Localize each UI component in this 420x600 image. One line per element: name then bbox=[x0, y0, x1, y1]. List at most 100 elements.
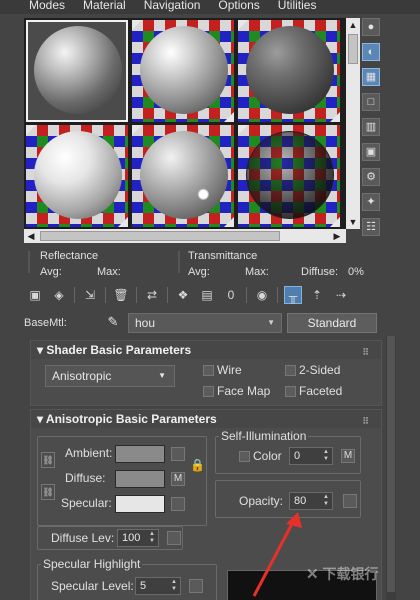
chevron-down-icon[interactable]: ▼ bbox=[158, 366, 166, 386]
slot-corner-marker bbox=[118, 217, 128, 227]
spinner-arrows-icon[interactable]: ▲ ▼ bbox=[323, 494, 329, 508]
sample-slot-4[interactable] bbox=[26, 125, 128, 227]
sample-slot-1[interactable] bbox=[26, 20, 128, 122]
diffuse-map-button[interactable]: M bbox=[171, 472, 185, 486]
get-material-icon[interactable]: ▣ bbox=[26, 286, 44, 304]
sample-slot-2[interactable] bbox=[132, 20, 234, 122]
menu-utilities[interactable]: Utilities bbox=[269, 0, 326, 14]
go-forward-to-sibling-icon[interactable]: ⇢ bbox=[332, 286, 350, 304]
sample-slot-tools: ● ◐ ▦ □ ▥ ▣ ⚙ ✦ ☷ bbox=[362, 18, 382, 243]
scroll-right-arrow-icon[interactable]: ▶ bbox=[330, 229, 344, 243]
shader-basic-parameters-rollout: ▾ Shader Basic Parameters ⠿ Anisotropic … bbox=[30, 340, 382, 406]
menu-modes[interactable]: Modes bbox=[20, 0, 74, 14]
specular-level-map-button[interactable] bbox=[189, 579, 203, 593]
material-sphere bbox=[246, 131, 334, 219]
rollout-header[interactable]: ▾ Shader Basic Parameters ⠿ bbox=[31, 341, 381, 359]
options-icon[interactable]: ⚙ bbox=[362, 168, 380, 186]
spinner-arrows-icon[interactable]: ▲ ▼ bbox=[323, 449, 329, 463]
specular-highlight-title: Specular Highlight bbox=[41, 557, 143, 571]
material-sphere bbox=[140, 131, 228, 219]
lock-icon[interactable]: 🔒 bbox=[190, 458, 205, 472]
self-illum-value: 0 bbox=[294, 450, 301, 462]
scroll-up-arrow-icon[interactable]: ▲ bbox=[346, 18, 360, 32]
transmittance-diffuse-value: 0% bbox=[348, 266, 364, 278]
rollout-header[interactable]: ▾ Anisotropic Basic Parameters ⠿ bbox=[31, 410, 381, 428]
scroll-down-arrow-icon[interactable]: ▼ bbox=[346, 215, 360, 229]
face-map-label: Face Map bbox=[217, 384, 271, 398]
collapse-arrow-icon: ▾ bbox=[37, 343, 44, 357]
material-sphere bbox=[34, 131, 122, 219]
divider bbox=[178, 251, 180, 273]
sample-slot-5[interactable] bbox=[132, 125, 234, 227]
scroll-thumb[interactable] bbox=[40, 231, 280, 241]
diffuse-level-map-button[interactable] bbox=[167, 531, 181, 545]
slots-horizontal-scrollbar[interactable]: ◀ ▶ bbox=[24, 229, 346, 243]
show-end-result-icon[interactable]: ╥ bbox=[284, 286, 302, 304]
spinner-arrows-icon[interactable]: ▲ ▼ bbox=[149, 531, 155, 545]
background-checker-icon[interactable]: ▦ bbox=[362, 68, 380, 86]
ambient-map-button[interactable] bbox=[171, 447, 185, 461]
lock-link-icon[interactable]: ⛓ bbox=[41, 484, 55, 500]
toolbar-divider bbox=[246, 287, 247, 303]
slot-corner-marker bbox=[224, 112, 234, 122]
slot-corner-marker bbox=[238, 20, 248, 30]
menu-options[interactable]: Options bbox=[209, 0, 268, 14]
slot-corner-marker bbox=[132, 20, 142, 30]
face-map-checkbox[interactable] bbox=[203, 386, 214, 397]
backlight-icon[interactable]: ◐ bbox=[362, 43, 380, 61]
two-sided-label: 2-Sided bbox=[299, 363, 341, 377]
reset-map-trash-icon[interactable]: 🗑 bbox=[112, 286, 130, 304]
sample-slots-panel bbox=[24, 18, 346, 229]
scroll-thumb[interactable] bbox=[348, 34, 358, 64]
toolbar-divider bbox=[277, 287, 278, 303]
show-shaded-map-icon[interactable]: ◉ bbox=[253, 286, 271, 304]
self-illum-spinner[interactable]: 0 ▲ ▼ bbox=[289, 447, 333, 465]
specular-color-swatch[interactable] bbox=[115, 495, 165, 513]
specular-map-button[interactable] bbox=[171, 497, 185, 511]
sample-slot-3[interactable] bbox=[238, 20, 340, 122]
menu-navigation[interactable]: Navigation bbox=[135, 0, 210, 14]
sample-slot-6[interactable] bbox=[238, 125, 340, 227]
go-to-parent-icon[interactable]: ⇡ bbox=[308, 286, 326, 304]
two-sided-checkbox[interactable] bbox=[285, 365, 296, 376]
video-color-check-icon[interactable]: ▥ bbox=[362, 118, 380, 136]
put-material-to-scene-icon[interactable]: ◈ bbox=[50, 286, 68, 304]
sample-type-sphere-icon[interactable]: ● bbox=[362, 18, 380, 36]
put-to-library-icon[interactable]: ❖ bbox=[174, 286, 192, 304]
material-id-channel-icon[interactable]: ▤ bbox=[198, 286, 216, 304]
lock-link-icon[interactable]: ⛓ bbox=[41, 452, 55, 468]
self-illum-map-button[interactable]: M bbox=[341, 449, 355, 463]
opacity-map-button[interactable] bbox=[343, 494, 357, 508]
zero-channel-icon[interactable]: 0 bbox=[222, 286, 240, 304]
scroll-left-arrow-icon[interactable]: ◀ bbox=[24, 229, 38, 243]
material-sphere bbox=[246, 26, 334, 114]
faceted-checkbox[interactable] bbox=[285, 386, 296, 397]
material-map-navigator-icon[interactable]: ☷ bbox=[362, 218, 380, 236]
slot-corner-marker bbox=[330, 217, 340, 227]
sample-uv-tiling-icon[interactable]: □ bbox=[362, 93, 380, 111]
specular-label: Specular: bbox=[61, 496, 112, 510]
select-by-material-icon[interactable]: ✦ bbox=[362, 193, 380, 211]
wire-checkbox[interactable] bbox=[203, 365, 214, 376]
chevron-down-icon[interactable]: ▼ bbox=[267, 314, 275, 332]
spinner-arrows-icon[interactable]: ▲ ▼ bbox=[171, 579, 177, 593]
material-type-button[interactable]: Standard bbox=[287, 313, 377, 333]
assign-material-icon[interactable]: ⇲ bbox=[81, 286, 99, 304]
slot-corner-marker bbox=[132, 125, 142, 135]
rollout-pin-icon: ⠿ bbox=[362, 347, 369, 357]
scroll-thumb[interactable] bbox=[387, 336, 395, 592]
ambient-color-swatch[interactable] bbox=[115, 445, 165, 463]
rollout-scrollbar[interactable] bbox=[386, 336, 396, 600]
slots-vertical-scrollbar[interactable]: ▲ ▼ bbox=[346, 18, 360, 229]
make-preview-icon[interactable]: ▣ bbox=[362, 143, 380, 161]
menu-material[interactable]: Material bbox=[74, 0, 135, 14]
make-unique-icon[interactable]: ⇄ bbox=[143, 286, 161, 304]
diffuse-level-spinner[interactable]: 100 ▲ ▼ bbox=[117, 529, 159, 547]
slot-corner-marker bbox=[224, 217, 234, 227]
shader-type-dropdown[interactable]: Anisotropic ▼ bbox=[45, 365, 175, 387]
self-illum-color-checkbox[interactable] bbox=[239, 451, 250, 462]
material-name-field[interactable]: hou ▼ bbox=[128, 313, 282, 333]
diffuse-color-swatch[interactable] bbox=[115, 470, 165, 488]
specular-level-spinner[interactable]: 5 ▲ ▼ bbox=[135, 577, 181, 595]
eyedropper-icon[interactable]: ✎ bbox=[104, 313, 122, 331]
